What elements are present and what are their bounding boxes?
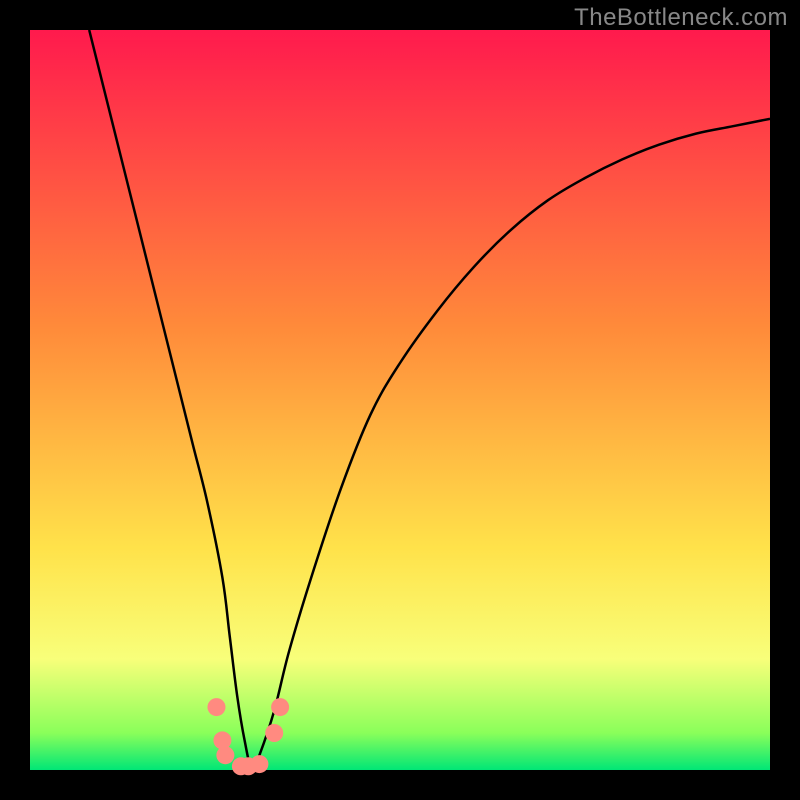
- data-marker: [250, 755, 268, 773]
- bottleneck-chart: [0, 0, 800, 800]
- data-marker: [271, 698, 289, 716]
- data-marker: [213, 731, 231, 749]
- watermark-text: TheBottleneck.com: [574, 4, 788, 32]
- chart-frame: TheBottleneck.com: [0, 0, 800, 800]
- data-marker: [265, 724, 283, 742]
- data-marker: [216, 746, 234, 764]
- plot-background: [30, 30, 770, 770]
- data-marker: [207, 698, 225, 716]
